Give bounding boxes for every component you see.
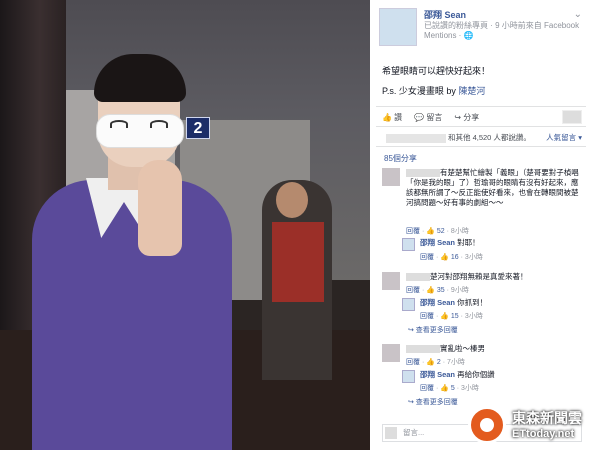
page-avatar[interactable] [379,8,417,46]
like-count[interactable]: 👍 52 [426,228,444,235]
timestamp: 3小時 [461,385,479,392]
drawn-eye-icon [150,120,168,128]
like-count[interactable]: 👍 2 [426,359,441,366]
timestamp: 3小時 [464,313,483,320]
like-count[interactable]: 👍 15 [440,313,458,320]
reply-author[interactable]: 邵翔 Sean [420,238,455,247]
comment-input-placeholder: 留言... [403,428,425,437]
post-photo[interactable]: 2 [0,0,370,450]
like-button[interactable]: 👍 讚 [382,112,402,123]
avatar[interactable] [382,344,400,362]
likes-summary: 和其他 4,520 人都說讚。 人氣留言 ▾ [386,132,586,143]
screenshot: 2 邵翔 Sean 已說讚的粉絲專頁 · 9 小時前來自 Facebook Me… [0,0,592,450]
post-ps: P.s. 少女漫畫眼 by 陳楚河 [382,84,485,97]
reply-text: 對耶！ [455,238,480,247]
view-more-replies-link[interactable]: ↪ 查看更多回覆 [408,397,458,407]
timestamp: 7小時 [447,359,465,366]
watermark: 東森新聞雲 ETtoday.net [468,404,592,450]
number-sign: 2 [186,117,210,139]
timestamp: 8小時 [450,228,469,235]
blindfold [96,114,184,148]
like-count[interactable]: 👍 16 [440,254,458,261]
praying-hands [138,160,182,256]
action-bar: 👍 讚 💬 留言 ↪ 分享 [382,112,479,123]
avatar[interactable] [382,272,400,290]
avatar[interactable] [402,238,415,251]
post-text: 希望眼睛可以趕快好起來！ [382,66,491,76]
page-name[interactable]: 邵翔 Sean [424,8,466,21]
reply-link[interactable]: 回覆 [420,385,434,392]
like-count[interactable]: 👍 35 [426,287,444,294]
reply-link[interactable]: 回覆 [406,287,420,294]
avatar[interactable] [402,298,415,311]
reply-text: 你抓到！ [455,298,488,307]
post-sidebar: 邵翔 Sean 已說讚的粉絲專頁 · 9 小時前來自 Facebook Ment… [370,0,592,450]
timestamp: 9小時 [450,287,469,294]
watermark-english: ETtoday.net [512,428,575,440]
chevron-down-icon[interactable]: ⌄ [574,9,582,20]
reply-text: 再給你個讚 [455,370,495,379]
reply-author[interactable]: 邵翔 Sean [420,298,455,307]
comment-meta: 回覆 · 👍 2 · 7小時 [406,359,465,366]
reply-link[interactable]: 回覆 [420,313,434,320]
comment-text: 楚河對邵翔無賴是真愛來著！ [430,272,528,281]
comment-meta: 回覆 · 👍 35 · 9小時 [406,287,469,294]
background-person-head [276,182,308,218]
watermark-chinese: 東森新聞雲 [512,410,582,426]
comment-meta: 回覆 · 👍 52 · 8小時 [406,228,469,235]
comment-meta: 回覆 · 👍 16 · 3小時 [420,254,483,261]
timestamp: 3小時 [464,254,483,261]
tagged-user-link[interactable]: 陳楚河 [458,86,485,96]
avatar[interactable] [382,168,400,186]
blurred-name [406,273,430,282]
reply-link[interactable]: 回覆 [420,254,434,261]
post-ps-prefix: P.s. 少女漫畫眼 by [382,86,459,96]
view-more-replies-link[interactable]: ↪ 查看更多回覆 [408,325,458,335]
avatar[interactable] [402,370,415,383]
blurred-name [406,345,440,354]
divider [376,126,586,127]
ettoday-logo-icon [468,406,506,444]
comment-button[interactable]: 💬 留言 [414,112,442,123]
drawn-eye-icon [110,120,128,128]
background-person-vest [272,222,324,302]
blurred-name [406,169,440,178]
blurred-avatar [562,110,582,124]
comment-meta: 回覆 · 👍 15 · 3小時 [420,313,483,320]
comment-meta: 回覆 · 👍 5 · 3小時 [420,385,479,392]
divider [376,106,586,107]
reply-author[interactable]: 邵翔 Sean [420,370,455,379]
reply-link[interactable]: 回覆 [406,359,420,366]
blurred-names [386,133,446,143]
likes-count[interactable]: 和其他 4,520 人都說讚。 [448,133,531,142]
avatar [385,427,397,439]
like-count[interactable]: 👍 5 [440,385,455,392]
post-meta: 已說讚的粉絲專頁 · 9 小時前來自 Facebook Mentions · 🌐 [424,21,580,40]
man-cardigan [32,180,232,450]
divider [376,146,586,147]
share-count[interactable]: 85個分享 [384,153,417,164]
sort-dropdown[interactable]: 人氣留言 ▾ [546,132,582,143]
reply-link[interactable]: 回覆 [406,228,420,235]
comment-text: 實亂啦～榛男 [440,344,485,353]
share-button[interactable]: ↪ 分享 [454,112,479,123]
